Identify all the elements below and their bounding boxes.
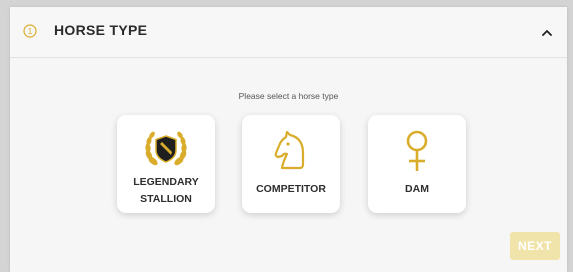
svg-text:1: 1	[28, 26, 33, 36]
section-header[interactable]: 1 HORSE TYPE	[10, 7, 567, 58]
next-button[interactable]: NEXT	[510, 232, 560, 260]
collapse-button[interactable]	[538, 23, 556, 41]
option-card-dam[interactable]: DAM	[368, 115, 466, 213]
select-prompt: Please select a horse type	[238, 91, 339, 101]
option-label-line1: LEGENDARY	[133, 176, 199, 188]
option-card-competitor[interactable]: COMPETITOR	[242, 115, 340, 213]
female-symbol-icon	[368, 129, 466, 173]
horse-head-icon	[242, 131, 340, 171]
chevron-up-icon	[542, 29, 552, 36]
option-label: COMPETITOR	[256, 183, 326, 195]
option-label-line2: STALLION	[140, 193, 192, 205]
horse-type-panel: 1 HORSE TYPE Please select a horse type	[10, 7, 567, 272]
laurel-badge-icon	[117, 127, 215, 171]
option-card-legendary-stallion[interactable]: LEGENDARY STALLION	[117, 115, 215, 213]
option-label: DAM	[405, 183, 429, 195]
step-number-icon: 1	[23, 24, 37, 38]
section-title: HORSE TYPE	[54, 22, 148, 38]
page-backdrop: 1 HORSE TYPE Please select a horse type	[0, 0, 573, 272]
